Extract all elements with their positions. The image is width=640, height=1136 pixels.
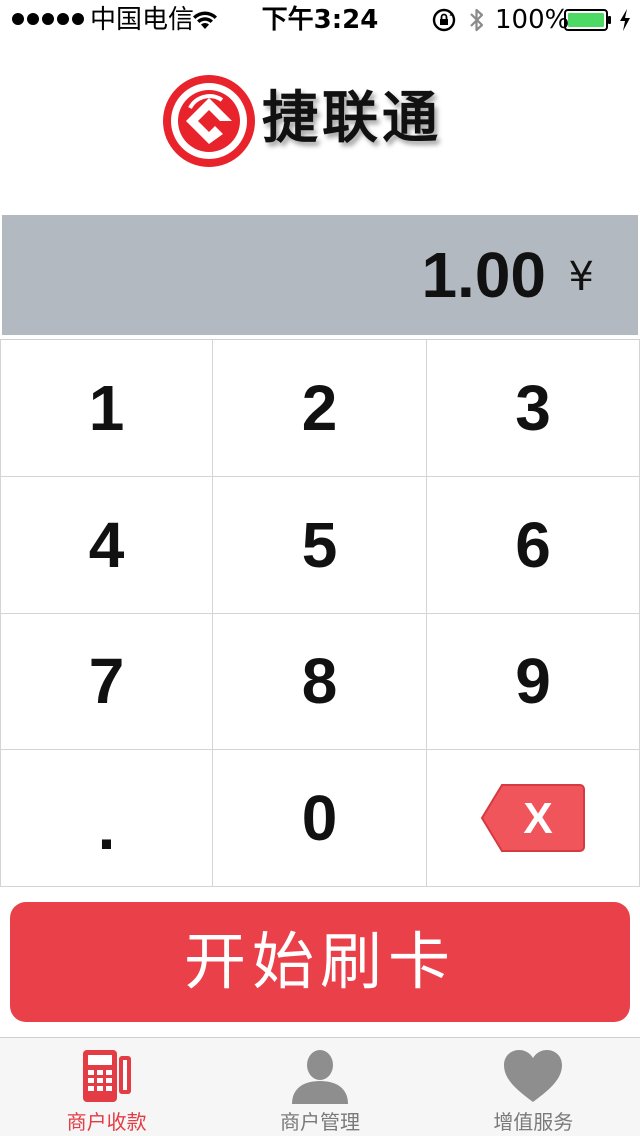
key-5[interactable]: 5: [213, 476, 427, 614]
user-icon: [291, 1050, 348, 1104]
key-6[interactable]: 6: [427, 476, 640, 614]
key-9[interactable]: 9: [427, 613, 640, 751]
backspace-label: X: [523, 794, 552, 843]
battery-icon: [564, 9, 611, 31]
red-swirl-logo-icon: [163, 75, 255, 167]
tab-merchant-management[interactable]: 商户管理: [213, 1038, 426, 1136]
tab-merchant-payment[interactable]: 商户收款: [0, 1038, 213, 1136]
backspace-x-icon: X: [480, 784, 585, 853]
key-7[interactable]: 7: [0, 613, 213, 751]
tab-label: 增值服务: [493, 1110, 574, 1134]
charging-icon: [620, 9, 630, 31]
pos-terminal-icon: [82, 1050, 131, 1102]
tab-bar: 商户收款 商户管理 增值服务: [0, 1037, 640, 1136]
number-keypad: 1 2 3 4 5 6 7 8 9 . 0 X: [0, 339, 640, 887]
logo-text: 捷联通: [262, 85, 442, 151]
heart-icon: [504, 1050, 563, 1102]
start-swipe-button[interactable]: 开始刷卡: [10, 902, 630, 1022]
key-4[interactable]: 4: [0, 476, 213, 614]
currency-symbol: ¥: [568, 254, 594, 300]
key-8[interactable]: 8: [213, 613, 427, 751]
rotation-lock-icon: [432, 8, 456, 32]
key-1[interactable]: 1: [0, 340, 213, 477]
tab-value-added-services[interactable]: 增值服务: [427, 1038, 640, 1136]
key-0[interactable]: 0: [213, 750, 427, 887]
status-bar: 中国电信 下午3:24 100%: [0, 0, 640, 40]
tab-label: 商户收款: [66, 1110, 147, 1134]
tab-label: 商户管理: [279, 1110, 360, 1134]
key-3[interactable]: 3: [427, 340, 640, 477]
app-logo: 捷联通: [160, 70, 480, 176]
amount-display: 1.00 ¥: [2, 215, 638, 335]
bluetooth-icon: [470, 8, 484, 32]
amount-value: 1.00: [421, 239, 546, 311]
key-2[interactable]: 2: [213, 340, 427, 477]
key-decimal-point[interactable]: .: [0, 750, 213, 887]
backspace-key[interactable]: X: [427, 750, 640, 887]
battery-percent: 100%: [495, 5, 570, 35]
